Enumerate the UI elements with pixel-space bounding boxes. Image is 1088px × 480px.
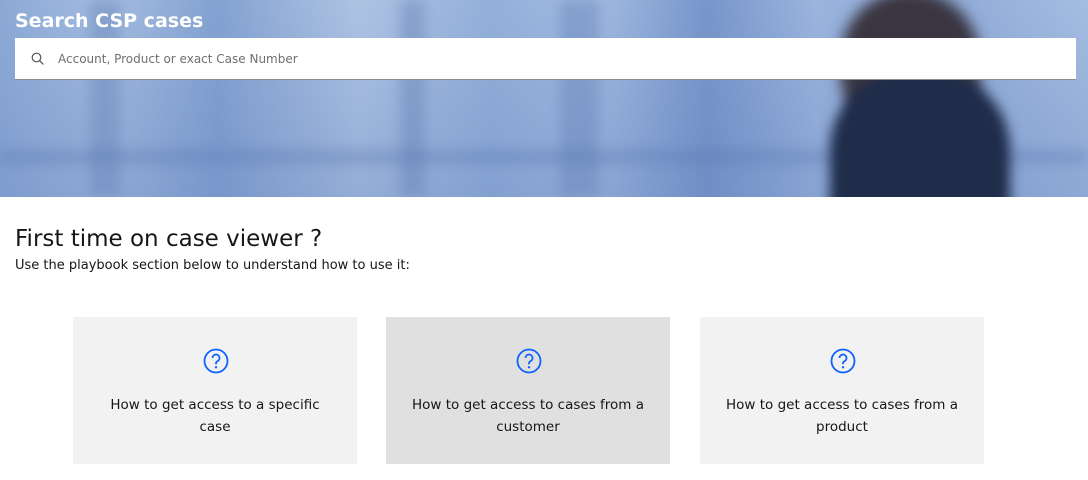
search-bar[interactable] bbox=[15, 38, 1076, 80]
hero-banner: Search CSP cases bbox=[0, 0, 1088, 197]
search-input[interactable] bbox=[58, 51, 958, 66]
playbook-card-product[interactable]: How to get access to cases from a produc… bbox=[700, 317, 984, 464]
card-label: How to get access to cases from a custom… bbox=[412, 397, 645, 435]
playbook-card-specific-case[interactable]: How to get access to a specific case bbox=[73, 317, 357, 464]
card-label: How to get access to cases from a produc… bbox=[726, 397, 959, 435]
search-icon bbox=[31, 52, 44, 65]
help-circle-icon bbox=[830, 348, 856, 374]
card-label: How to get access to a specific case bbox=[110, 397, 320, 435]
intro-subtext: Use the playbook section below to unders… bbox=[15, 258, 410, 273]
intro-heading: First time on case viewer ? bbox=[15, 226, 323, 252]
playbook-card-customer[interactable]: How to get access to cases from a custom… bbox=[386, 317, 670, 464]
help-circle-icon bbox=[203, 348, 229, 374]
page-title: Search CSP cases bbox=[15, 10, 204, 32]
help-circle-icon bbox=[516, 348, 542, 374]
